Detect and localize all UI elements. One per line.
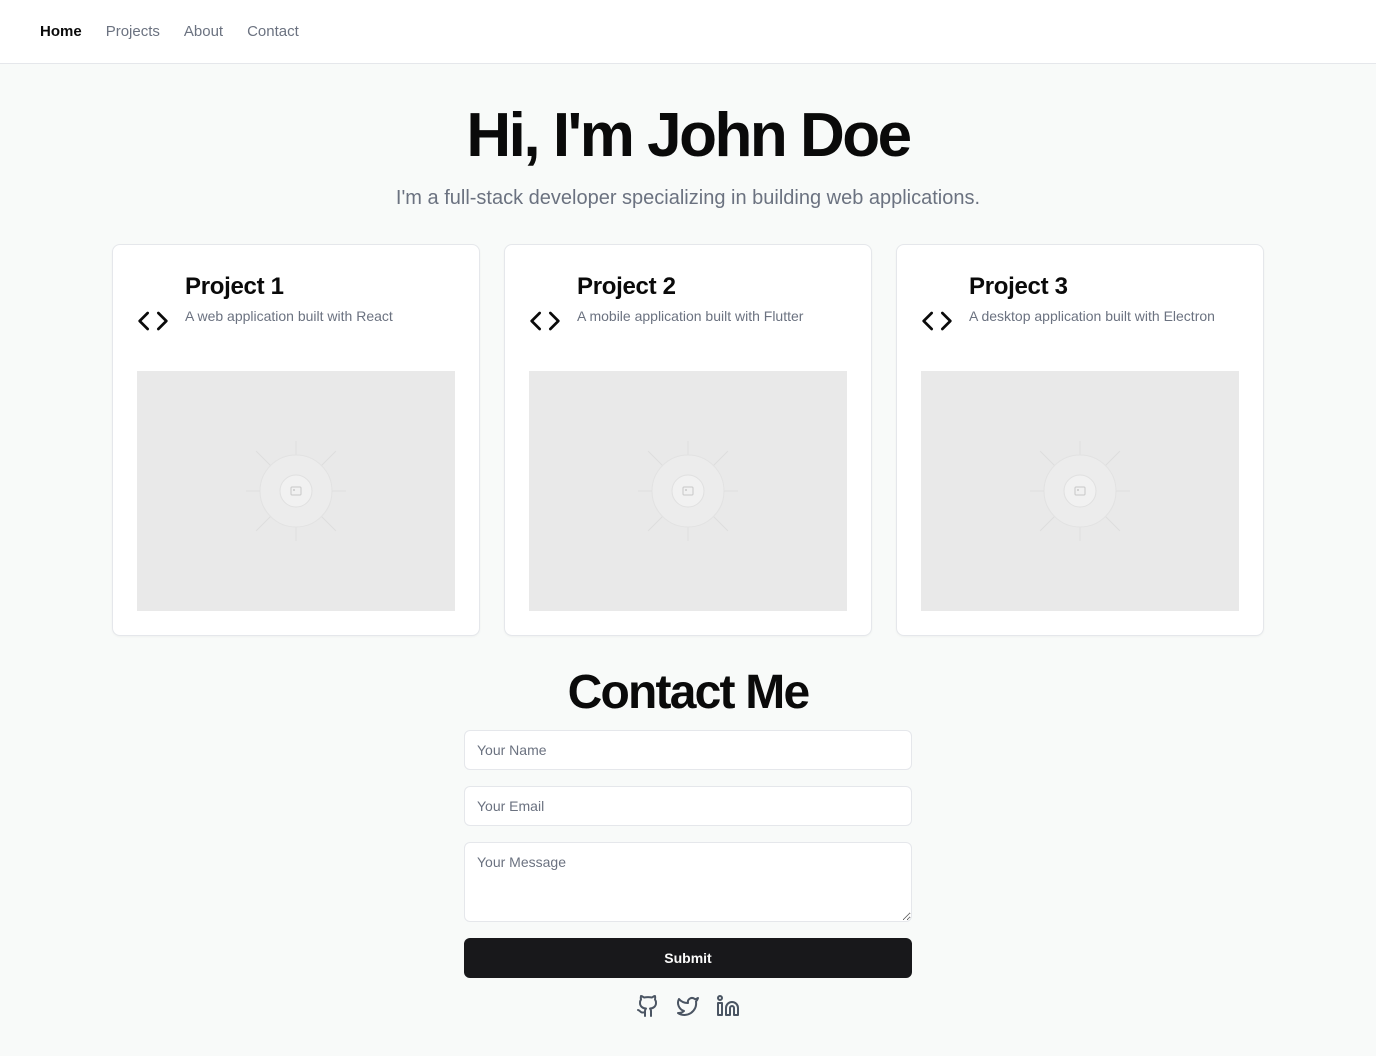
projects-section: Project 1 A web application built with R… xyxy=(0,244,1376,636)
image-placeholder-icon xyxy=(246,441,346,541)
image-placeholder-icon xyxy=(638,441,738,541)
project-card-header: Project 2 A mobile application built wit… xyxy=(529,269,847,371)
project-image-placeholder xyxy=(529,371,847,611)
hero-title: Hi, I'm John Doe xyxy=(466,101,912,170)
code-icon xyxy=(922,311,952,331)
project-title: Project 2 xyxy=(577,273,676,300)
project-description: A desktop application built with Electro… xyxy=(969,308,1215,324)
project-card-1: Project 1 A web application built with R… xyxy=(112,244,480,636)
project-card-3: Project 3 A desktop application built wi… xyxy=(896,244,1264,636)
project-card-2: Project 2 A mobile application built wit… xyxy=(504,244,872,636)
social-links xyxy=(0,994,1376,1018)
nav-link-about[interactable]: About xyxy=(184,23,223,40)
project-card-texts: Project 3 A desktop application built wi… xyxy=(969,269,1215,325)
contact-form: Submit xyxy=(464,730,912,978)
project-card-header: Project 1 A web application built with R… xyxy=(137,269,455,371)
top-navbar: Home Projects About Contact xyxy=(0,0,1376,64)
twitter-icon[interactable] xyxy=(676,994,700,1018)
project-image-placeholder xyxy=(921,371,1239,611)
project-description: A mobile application built with Flutter xyxy=(577,308,804,324)
nav-link-contact[interactable]: Contact xyxy=(247,23,299,40)
submit-button[interactable]: Submit xyxy=(464,938,912,978)
email-input[interactable] xyxy=(464,786,912,826)
project-card-texts: Project 1 A web application built with R… xyxy=(185,269,393,325)
message-textarea[interactable] xyxy=(464,842,912,922)
contact-section: Contact Me Submit xyxy=(0,666,1376,1018)
project-image-placeholder xyxy=(137,371,455,611)
project-title: Project 3 xyxy=(969,273,1068,300)
code-icon xyxy=(138,311,168,331)
image-placeholder-icon xyxy=(1030,441,1130,541)
project-description: A web application built with React xyxy=(185,308,393,324)
github-icon[interactable] xyxy=(636,994,660,1018)
project-title: Project 1 xyxy=(185,273,284,300)
contact-title: Contact Me xyxy=(567,666,810,719)
code-icon xyxy=(530,311,560,331)
hero-subtitle: I'm a full-stack developer specializing … xyxy=(395,187,981,209)
project-card-texts: Project 2 A mobile application built wit… xyxy=(577,269,803,325)
hero-section: Hi, I'm John Doe I'm a full-stack develo… xyxy=(0,64,1376,210)
project-card-header: Project 3 A desktop application built wi… xyxy=(921,269,1239,371)
linkedin-icon[interactable] xyxy=(716,994,740,1018)
name-input[interactable] xyxy=(464,730,912,770)
nav-link-home[interactable]: Home xyxy=(40,23,82,40)
nav-link-projects[interactable]: Projects xyxy=(106,23,160,40)
